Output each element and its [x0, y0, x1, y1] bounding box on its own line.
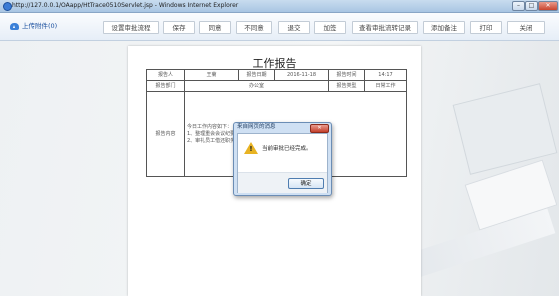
reporter-value: 王菊 — [184, 69, 239, 81]
set-approval-flow-button[interactable]: 设置审批流程 — [103, 21, 159, 34]
reporter-label: 报告人 — [146, 69, 185, 81]
ie-icon — [3, 2, 12, 11]
return-button[interactable]: 退交 — [278, 21, 310, 34]
report-type-value: 日常工作 — [364, 80, 407, 92]
report-type-label: 报告类型 — [328, 80, 365, 92]
maximize-button[interactable]: □ — [525, 1, 538, 11]
table-row: 报告人 王菊 报告日期 2016-11-18 报告时间 14:17 — [146, 69, 407, 81]
message-dialog: 来自网页的消息 ✕ ! 当前审批已经完成。 确定 — [233, 122, 332, 196]
report-dept-label: 报告部门 — [146, 80, 185, 92]
ok-button[interactable]: 确定 — [288, 178, 324, 189]
report-dept-value: 办公室 — [184, 80, 329, 92]
close-button[interactable]: 关闭 — [507, 21, 545, 34]
dialog-close-button[interactable]: ✕ — [310, 124, 329, 133]
cloud-upload-icon — [10, 22, 19, 30]
dialog-footer: 确定 — [238, 172, 327, 193]
window-titlebar: http://127.0.0.1/OAapp/HtTrace0510Servle… — [0, 0, 559, 13]
dialog-message: 当前审批已经完成。 — [262, 146, 312, 152]
add-note-button[interactable]: 添加备注 — [423, 21, 465, 34]
dialog-title: 来自网页的消息 — [237, 124, 276, 130]
approve-button[interactable]: 同意 — [199, 21, 231, 34]
reject-button[interactable]: 不同意 — [236, 21, 272, 34]
close-window-button[interactable]: ✕ — [538, 1, 558, 11]
minimize-button[interactable]: – — [512, 1, 525, 11]
view-approval-history-button[interactable]: 查看审批流转记录 — [352, 21, 418, 34]
add-signer-button[interactable]: 加签 — [314, 21, 346, 34]
print-button[interactable]: 打印 — [470, 21, 502, 34]
report-time-value: 14:17 — [364, 69, 407, 81]
report-date-value: 2016-11-18 — [274, 69, 329, 81]
upload-attachment-button[interactable]: 上传附件(0) — [10, 21, 57, 31]
toolbar: 上传附件(0) 设置审批流程 保存 同意 不同意 退交 加签 查看审批流转记录 … — [0, 13, 559, 41]
save-button[interactable]: 保存 — [163, 21, 195, 34]
dialog-body: ! 当前审批已经完成。 确定 — [237, 133, 328, 193]
report-time-label: 报告时间 — [328, 69, 365, 81]
window-title: http://127.0.0.1/OAapp/HtTrace0510Servle… — [12, 2, 239, 9]
table-row: 报告部门 办公室 报告类型 日常工作 — [146, 80, 407, 92]
report-content-label: 报告内容 — [146, 91, 185, 177]
upload-attachment-label: 上传附件(0) — [22, 22, 58, 30]
report-date-label: 报告日期 — [238, 69, 275, 81]
warning-mark: ! — [249, 145, 253, 153]
